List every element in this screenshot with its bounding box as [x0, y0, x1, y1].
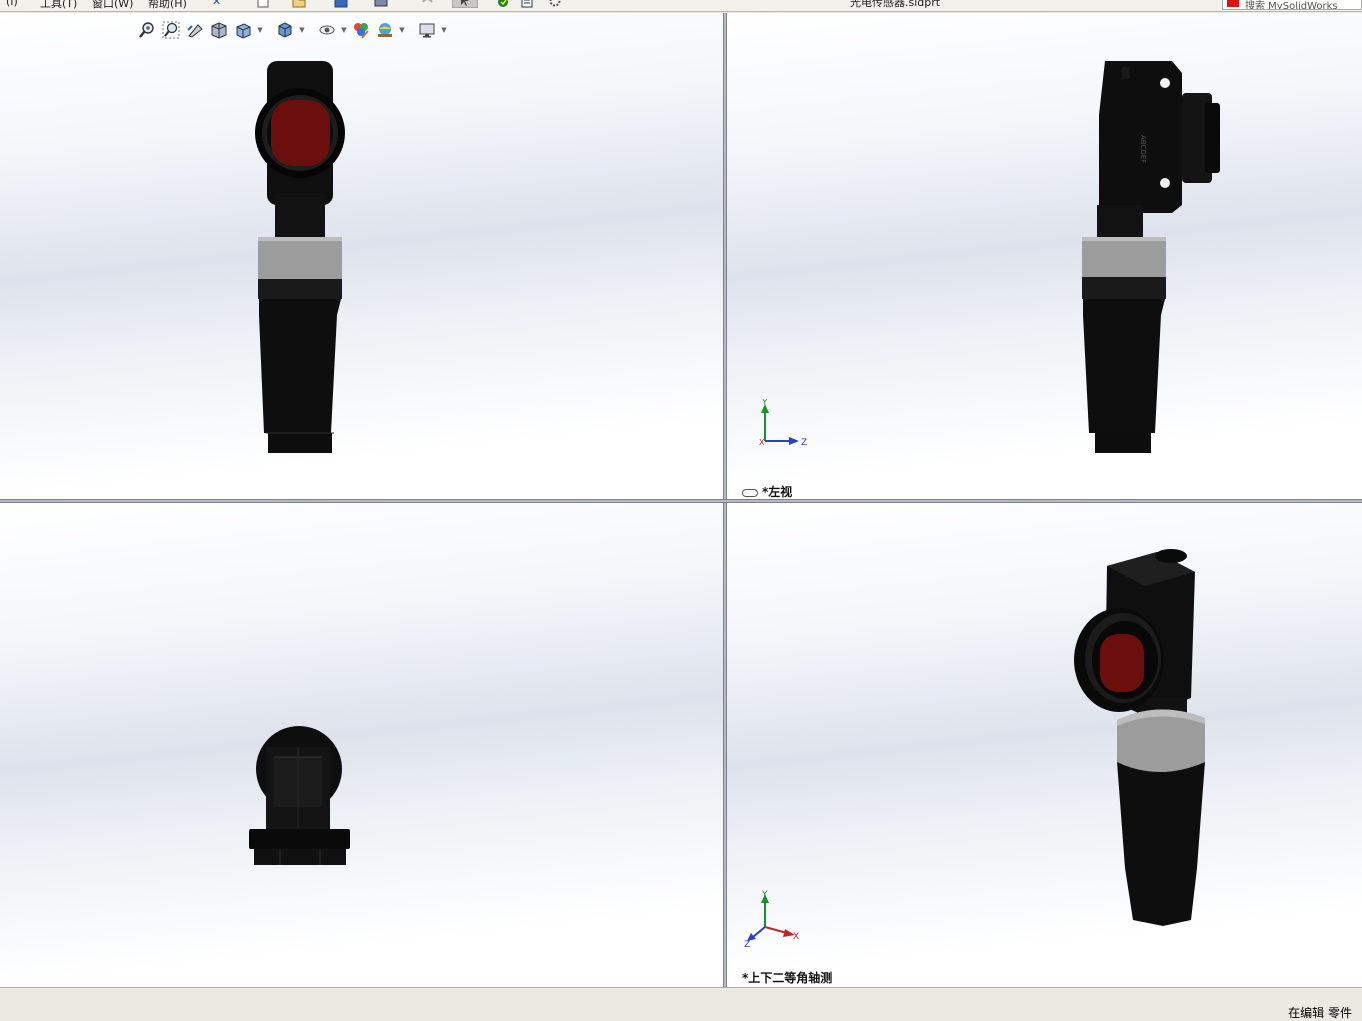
zoom-to-area-icon[interactable]	[160, 20, 182, 40]
view-orientation-dropdown-icon[interactable]: ▼	[256, 20, 264, 40]
apply-scene-dropdown-icon[interactable]: ▼	[398, 20, 406, 40]
heads-up-view-toolbar: ▼ ▼ ▼ ▼ ▼	[136, 19, 448, 41]
sensor-front-view-model[interactable]	[236, 53, 366, 463]
view-settings-dropdown-icon[interactable]: ▼	[440, 20, 448, 40]
select-icon[interactable]	[452, 0, 478, 8]
view-label-left-text: *左视	[762, 485, 793, 499]
triad-y-label: Y	[761, 399, 768, 408]
edit-appearance-icon[interactable]	[350, 20, 372, 40]
viewport-left[interactable]: ABCDEF Y Z X *左视	[727, 13, 1362, 499]
triad-x-label: X	[793, 932, 799, 942]
file-properties-icon[interactable]	[520, 0, 534, 8]
view-settings-icon[interactable]	[416, 20, 438, 40]
solidworks-logo-icon	[1227, 0, 1239, 7]
viewport-horizontal-splitter[interactable]	[0, 499, 1362, 503]
section-view-icon[interactable]	[208, 20, 230, 40]
sensor-dimetric-view-model[interactable]	[1067, 548, 1217, 938]
rebuild-icon[interactable]	[496, 0, 510, 8]
new-document-icon[interactable]	[256, 0, 270, 8]
pin-icon[interactable]: ✕	[212, 0, 221, 8]
search-placeholder: 搜索 MySolidWorks	[1245, 1, 1338, 10]
coordinate-triad: Y Z X	[759, 399, 807, 448]
menu-item-tools[interactable]: 工具(T)	[40, 0, 77, 11]
sensor-left-view-model[interactable]: ABCDEF	[1077, 55, 1227, 465]
menu-cut-item[interactable]: (I)	[6, 0, 18, 8]
coordinate-triad-dimetric: Y X Z	[744, 890, 799, 949]
triad-y-label: Y	[761, 890, 768, 900]
view-label-left: *左视	[742, 483, 792, 499]
status-editing-text: 在编辑 零件	[1288, 1006, 1352, 1020]
triad-z-label: Z	[801, 438, 807, 448]
window-title: 光电传感器.sldprt	[850, 0, 941, 9]
triad-z-label: Z	[744, 940, 750, 949]
svg-text:ABCDEF: ABCDEF	[1139, 135, 1147, 163]
search-mysolidworks-input[interactable]: 搜索 MySolidWorks	[1222, 0, 1362, 10]
open-icon[interactable]	[292, 0, 306, 8]
options-gear-icon[interactable]	[548, 0, 562, 8]
menu-bar: (I) 工具(T) 窗口(W) 帮助(H) ✕ 光电传感器.sldprt 搜索 …	[0, 0, 1362, 12]
save-icon[interactable]	[334, 0, 348, 8]
display-style-icon[interactable]	[274, 20, 296, 40]
zoom-to-fit-icon[interactable]	[136, 20, 158, 40]
triad-x-label: X	[759, 438, 765, 447]
status-bar: 在编辑 零件	[0, 987, 1362, 1020]
hide-show-items-icon[interactable]	[316, 20, 338, 40]
sensor-top-view-model[interactable]	[240, 717, 360, 877]
view-orientation-icon[interactable]	[232, 20, 254, 40]
print-icon[interactable]	[374, 0, 388, 8]
hide-show-dropdown-icon[interactable]: ▼	[340, 20, 348, 40]
display-style-dropdown-icon[interactable]: ▼	[298, 20, 306, 40]
menu-item-help[interactable]: 帮助(H)	[148, 0, 187, 11]
viewport-front[interactable]: ▼ ▼ ▼ ▼ ▼	[0, 13, 723, 499]
viewport-top[interactable]	[0, 503, 723, 987]
previous-view-icon[interactable]	[184, 20, 206, 40]
link-view-icon[interactable]	[742, 488, 758, 497]
menu-item-window[interactable]: 窗口(W)	[92, 0, 133, 11]
apply-scene-icon[interactable]	[374, 20, 396, 40]
view-label-dimetric: *上下二等角轴测	[742, 971, 833, 985]
viewport-dimetric[interactable]: Y X Z *上下二等角轴测	[727, 503, 1362, 987]
undo-icon[interactable]	[420, 0, 434, 8]
